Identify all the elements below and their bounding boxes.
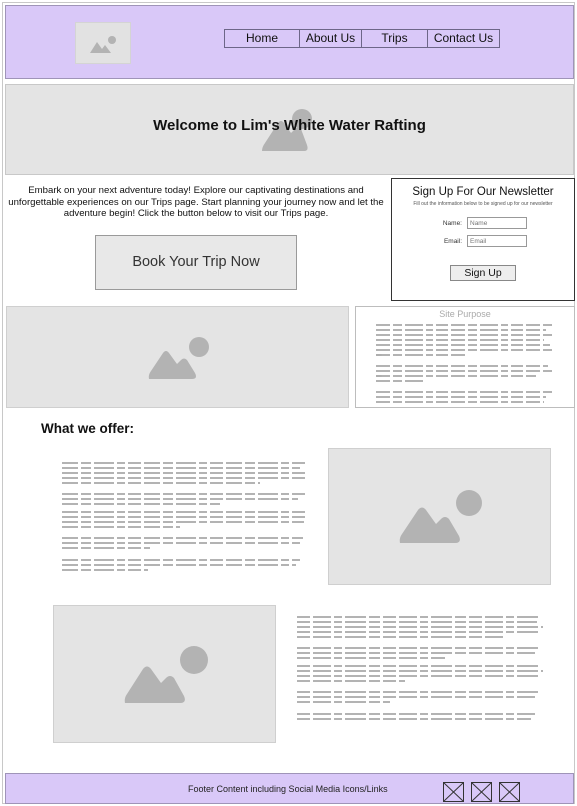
social-media-icon[interactable] bbox=[471, 782, 492, 802]
email-label: Email: bbox=[443, 238, 462, 245]
sign-up-button[interactable]: Sign Up bbox=[450, 265, 516, 281]
nav-about-us[interactable]: About Us bbox=[299, 29, 361, 48]
newsletter-title: Sign Up For Our Newsletter bbox=[412, 186, 554, 198]
image-placeholder bbox=[6, 306, 349, 408]
social-media-icon[interactable] bbox=[443, 782, 464, 802]
placeholder-text-lines bbox=[297, 616, 543, 720]
email-field[interactable] bbox=[467, 235, 527, 247]
site-footer: Footer Content including Social Media Ic… bbox=[5, 773, 574, 804]
nav-home[interactable]: Home bbox=[224, 29, 299, 48]
nav-trips[interactable]: Trips bbox=[361, 29, 427, 48]
site-purpose-title: Site Purpose bbox=[439, 309, 491, 319]
intro-text: Embark on your next adventure today! Exp… bbox=[8, 185, 384, 220]
image-placeholder bbox=[328, 448, 551, 585]
newsletter-subtitle: Fill out the information below to be sig… bbox=[413, 201, 553, 207]
image-placeholder-icon bbox=[399, 490, 482, 543]
logo[interactable] bbox=[75, 22, 131, 64]
name-label: Name: bbox=[442, 220, 462, 227]
placeholder-text-lines bbox=[376, 324, 554, 403]
image-placeholder-icon bbox=[90, 36, 116, 53]
hero-title: Welcome to Lim's White Water Rafting bbox=[153, 117, 426, 134]
image-placeholder-icon bbox=[124, 646, 208, 703]
main-nav: Home About Us Trips Contact Us bbox=[224, 29, 500, 48]
offer-title: What we offer: bbox=[41, 421, 134, 436]
nav-contact-us[interactable]: Contact Us bbox=[427, 29, 500, 48]
image-placeholder-icon bbox=[148, 337, 209, 379]
social-media-icon[interactable] bbox=[499, 782, 520, 802]
hero-banner: Welcome to Lim's White Water Rafting bbox=[5, 84, 574, 175]
footer-text: Footer Content including Social Media Ic… bbox=[188, 784, 388, 794]
placeholder-text-lines bbox=[62, 462, 308, 571]
image-placeholder bbox=[53, 605, 276, 743]
newsletter-form: Sign Up For Our Newsletter Fill out the … bbox=[391, 178, 575, 301]
book-trip-button[interactable]: Book Your Trip Now bbox=[95, 235, 297, 290]
site-purpose-panel: Site Purpose bbox=[355, 306, 575, 408]
name-field[interactable] bbox=[467, 217, 527, 229]
site-header: Home About Us Trips Contact Us bbox=[5, 5, 574, 79]
